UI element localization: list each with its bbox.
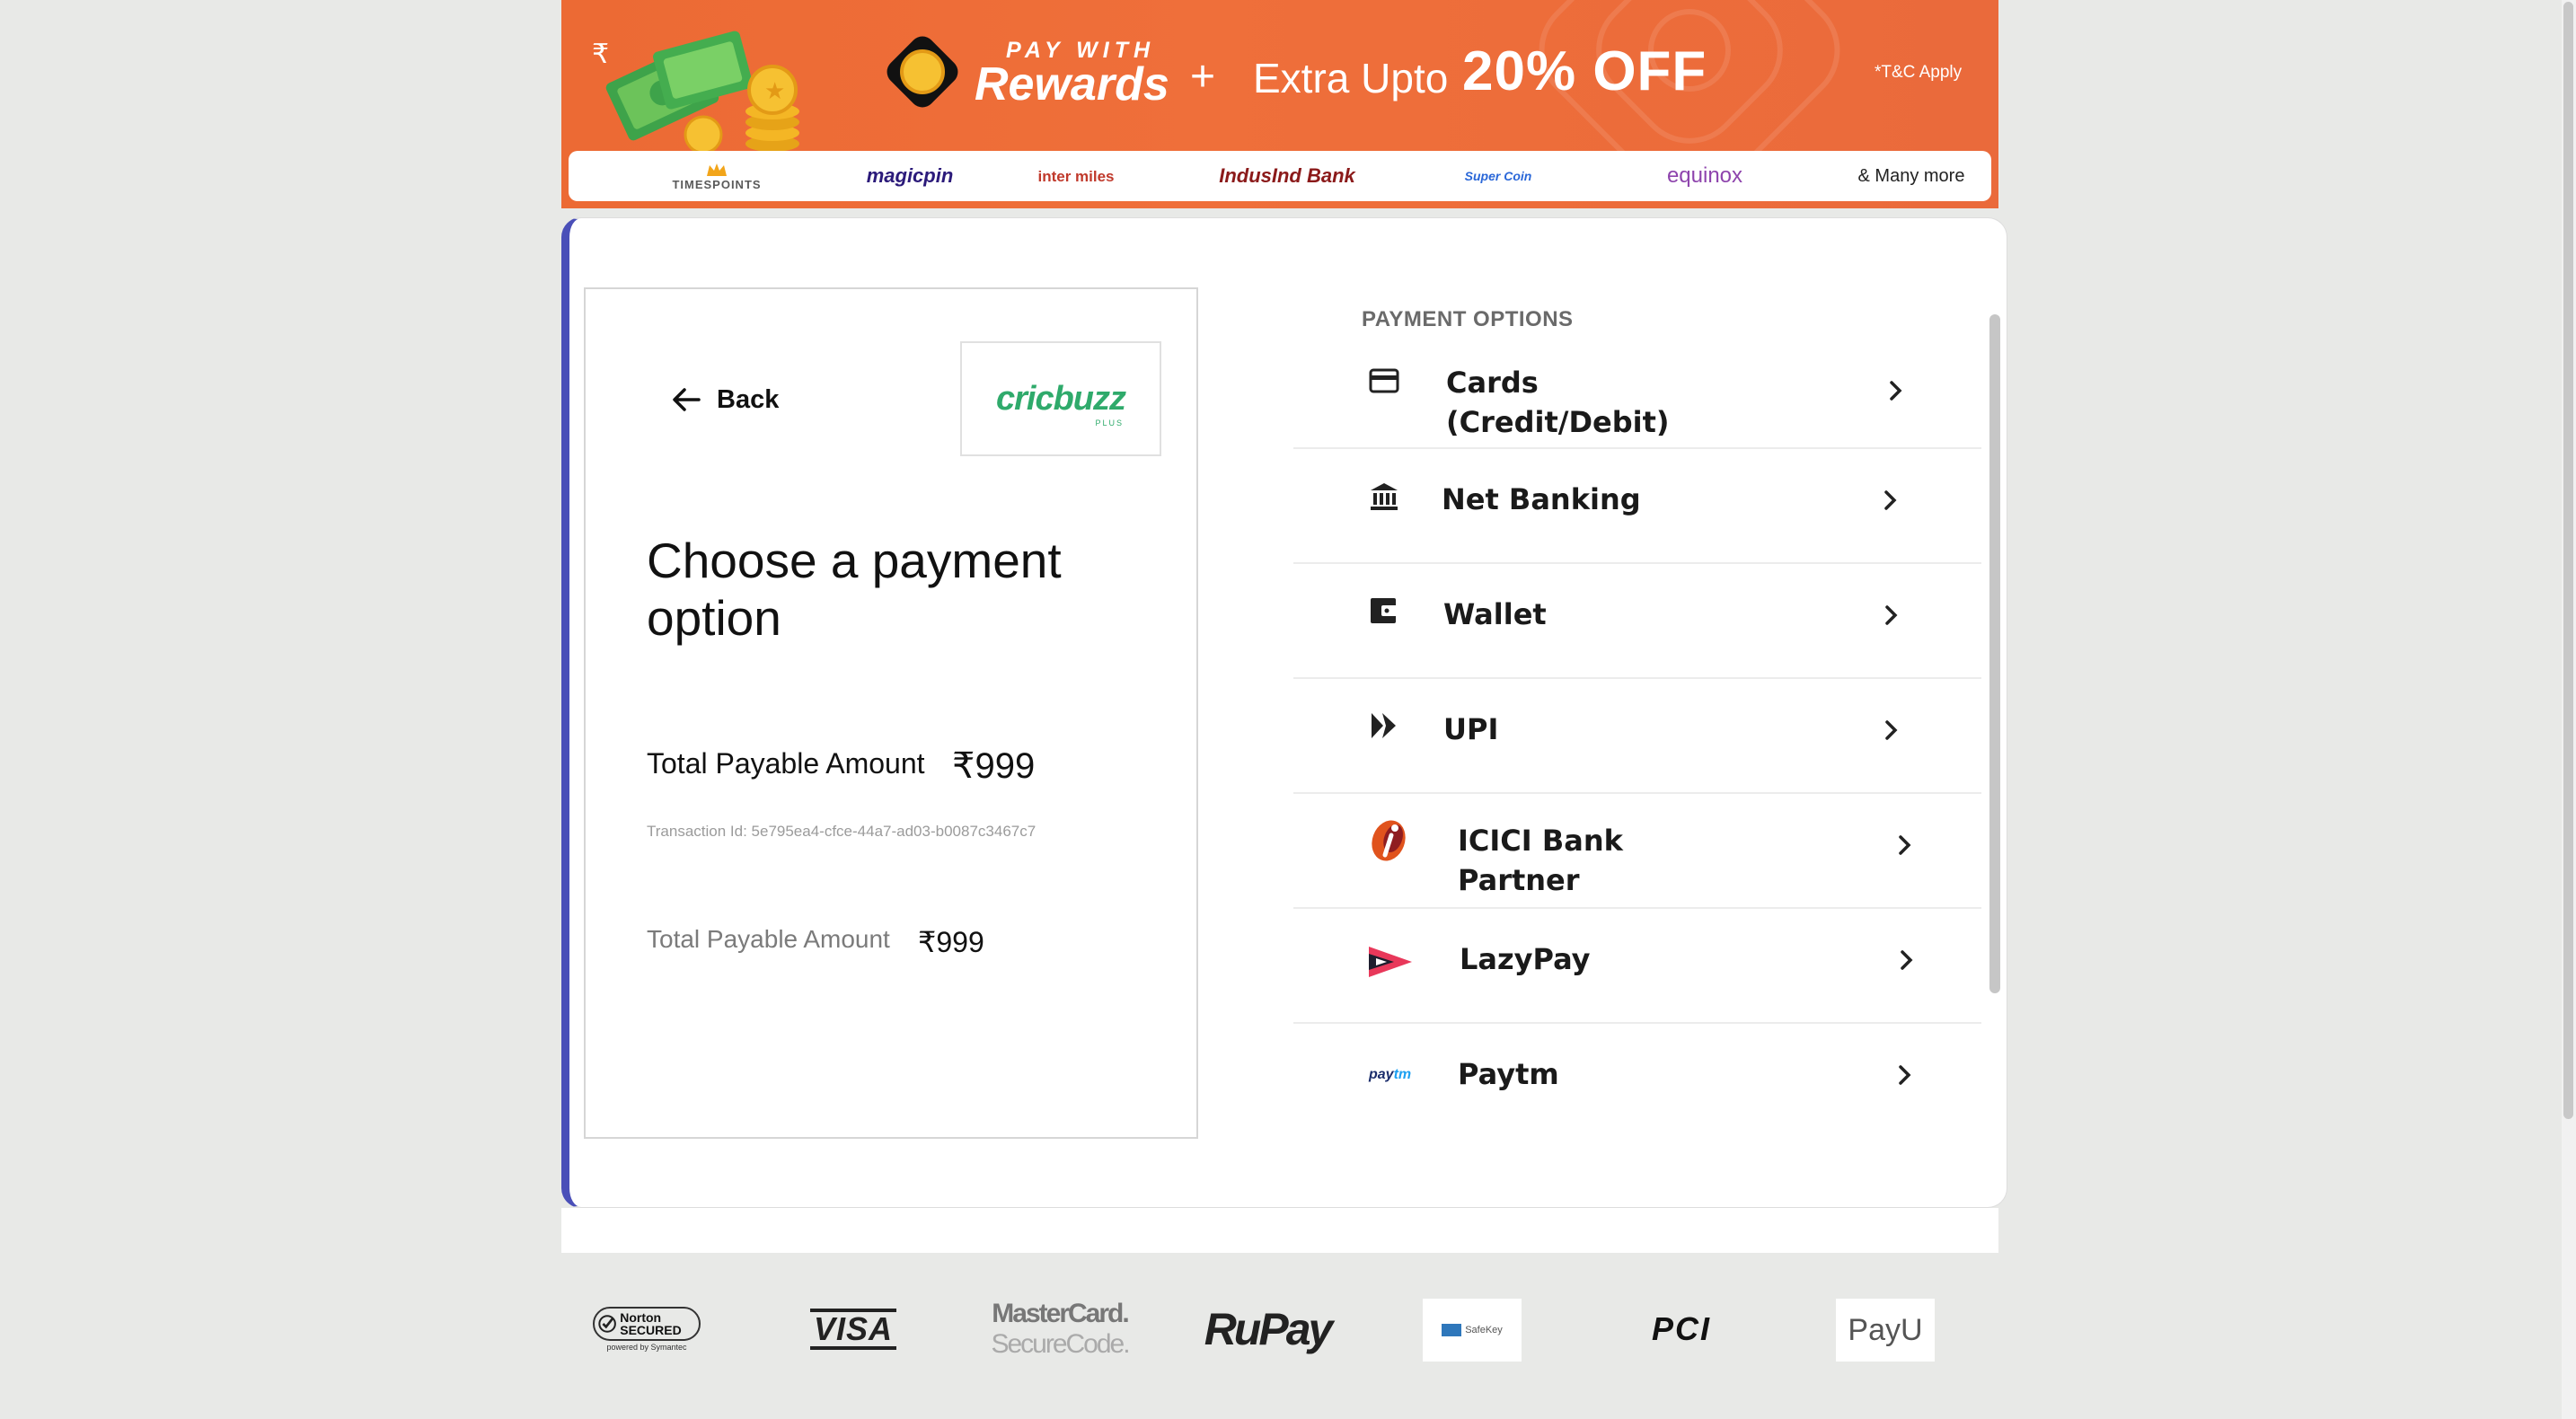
total-payable-label: Total Payable Amount (647, 747, 925, 780)
discount-text: 20% OFF (1462, 40, 1707, 102)
mastercard-securecode-badge: MasterCard. SecureCode. (991, 1299, 1130, 1359)
option-label: Paytm (1458, 1057, 1559, 1091)
merchant-logo: cricbuzz PLUS (960, 341, 1161, 456)
equinox-logo: equinox (1666, 163, 1743, 188)
rewards-banner[interactable]: ★ ₹ ₹ PAY WITH Rewards + Extra Upto 20% … (561, 0, 1998, 208)
intermiles-logo: inter miles (1037, 167, 1115, 185)
svg-text:₹: ₹ (592, 39, 609, 70)
back-label: Back (717, 384, 780, 414)
panel-footer-space (561, 1208, 1998, 1253)
partner-logos-strip: TIMESPOINTS magicpin inter miles IndusIn… (569, 151, 1991, 201)
paytm-icon: paytm (1369, 1067, 1412, 1082)
bank-icon (1371, 483, 1398, 510)
wallet-icon (1371, 598, 1398, 623)
option-sublabel: (Credit/Debit) (1446, 405, 1670, 439)
payment-option-net-banking[interactable]: Net Banking (1293, 449, 1981, 564)
cricbuzz-plus-text: PLUS (1095, 418, 1125, 427)
total-payable-value-secondary: ₹999 (918, 926, 984, 958)
supercoin-logo: Super Coin (1464, 169, 1532, 183)
payment-option-wallet[interactable]: Wallet (1293, 564, 1981, 679)
card-icon (1369, 368, 1399, 393)
transaction-id: Transaction Id: 5e795ea4-cfce-44a7-ad03-… (647, 823, 1037, 840)
amex-safekey-badge: SafeKey (1423, 1299, 1522, 1362)
timespoints-logo: TIMESPOINTS (649, 151, 784, 201)
option-label: Wallet (1443, 597, 1547, 631)
payment-option-lazypay[interactable]: LazyPay (1293, 909, 1981, 1024)
amex-logo-icon (1442, 1324, 1462, 1336)
payment-option-upi[interactable]: UPI (1293, 679, 1981, 794)
icici-icon (1372, 820, 1406, 861)
chevron-right-icon (1899, 835, 1911, 855)
option-label: LazyPay (1460, 942, 1591, 976)
chevron-right-icon (1884, 490, 1897, 510)
options-scrollbar-thumb[interactable] (1989, 314, 2000, 993)
lazypay-icon (1369, 947, 1412, 977)
option-label: ICICI Bank (1458, 824, 1623, 858)
magicpin-logo: magicpin (866, 164, 954, 187)
norton-secured-badge: Norton SECURED powered by Symantec (593, 1293, 701, 1365)
money-coins-icon: ★ ₹ ₹ (592, 31, 799, 153)
upi-icon (1372, 713, 1396, 738)
chevron-right-icon (1901, 950, 1913, 970)
tnc-text[interactable]: *T&C Apply (1875, 63, 1962, 83)
back-button[interactable]: Back (670, 377, 779, 422)
payment-option-icici[interactable]: ICICI Bank Partner (1293, 794, 1981, 909)
payment-option-cards[interactable]: Cards (Credit/Debit) (1293, 350, 1981, 449)
plus-text: + (1190, 53, 1216, 101)
payu-badge: PayU (1836, 1299, 1935, 1362)
cricbuzz-logo-text: cricbuzz (995, 379, 1126, 418)
svg-text:★: ★ (764, 78, 785, 105)
chevron-right-icon (1885, 720, 1898, 740)
option-sublabel: Partner (1458, 863, 1580, 897)
rewards-coin-icon (887, 36, 958, 108)
indusind-bank-logo: IndusInd Bank (1219, 164, 1355, 187)
rewards-text: Rewards (975, 58, 1169, 110)
chevron-right-icon (1890, 381, 1902, 401)
chevron-right-icon (1899, 1065, 1911, 1085)
page-scrollbar-thumb[interactable] (2563, 2, 2573, 1119)
chevron-right-icon (1885, 605, 1898, 625)
page-title: Choose a payment option (647, 533, 1062, 646)
many-more-text: & Many more (1857, 165, 1965, 186)
option-label: Cards (1446, 366, 1539, 400)
payment-option-paytm[interactable]: paytm Paytm (1293, 1024, 1981, 1117)
visa-badge: VISA (799, 1293, 907, 1365)
option-label: Net Banking (1442, 482, 1641, 516)
pci-badge: PCI (1651, 1310, 1711, 1347)
total-payable-label-secondary: Total Payable Amount (647, 925, 890, 953)
arrow-left-icon (673, 388, 701, 411)
rupay-badge: RuPay (1204, 1304, 1334, 1354)
checkmark-icon (598, 1315, 616, 1333)
option-label: UPI (1443, 712, 1499, 746)
payment-options-heading: PAYMENT OPTIONS (1362, 307, 1574, 331)
crown-icon (707, 163, 727, 176)
total-payable-value: ₹999 (952, 746, 1036, 786)
extra-upto-text: Extra Upto (1253, 55, 1449, 101)
